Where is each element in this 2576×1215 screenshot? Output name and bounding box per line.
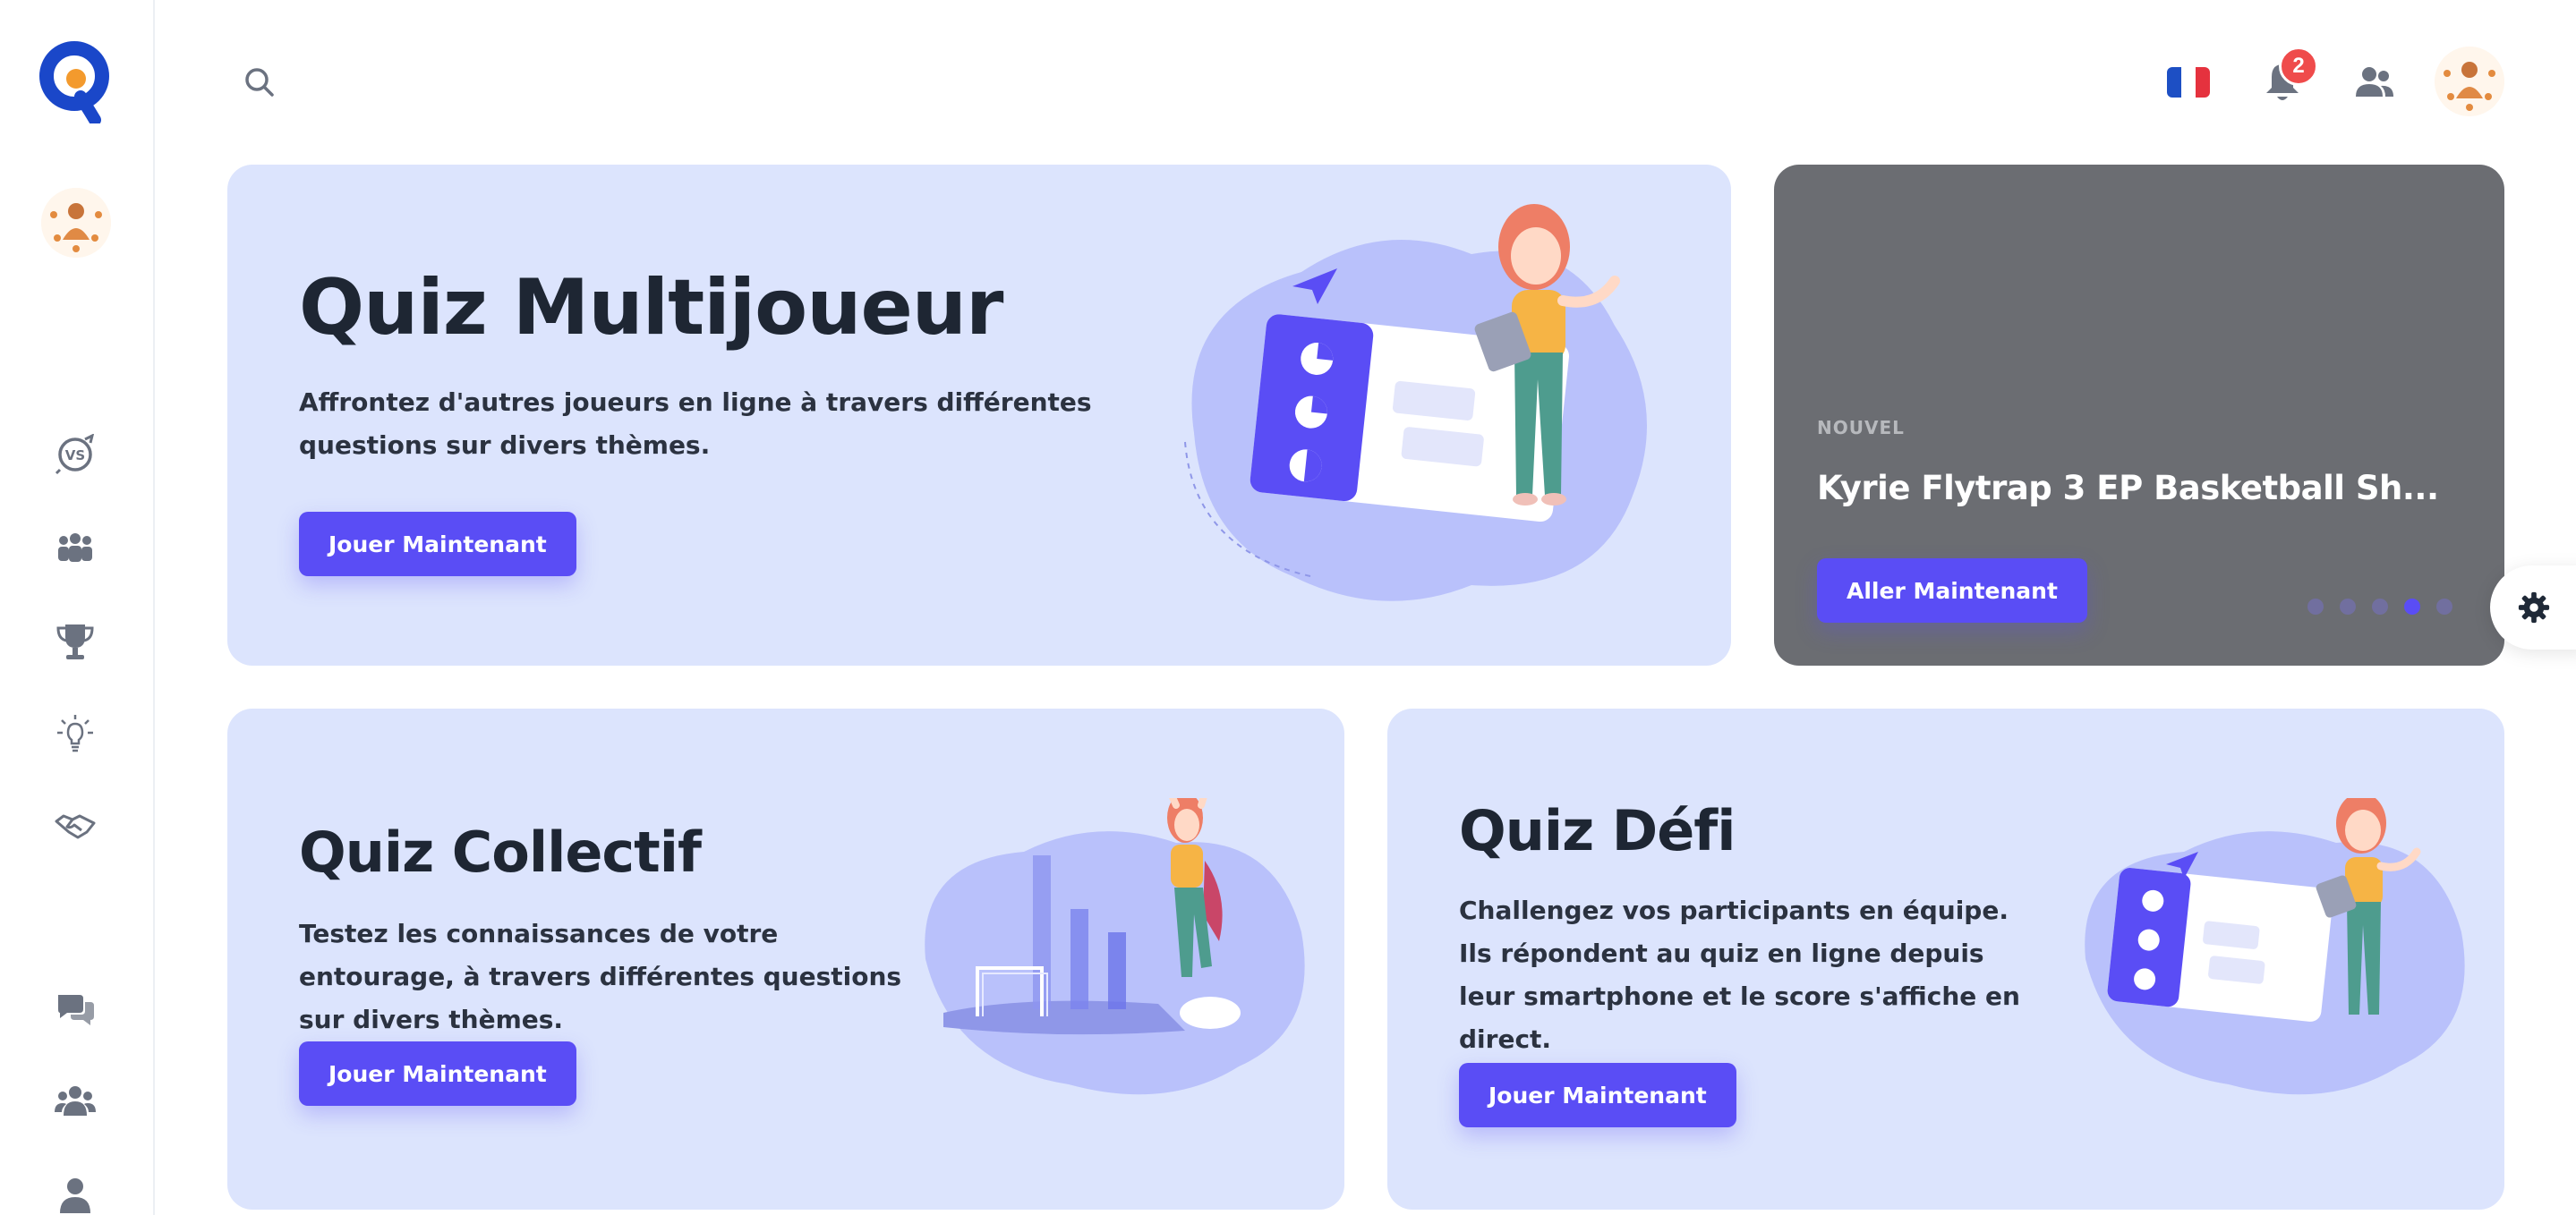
community-icon[interactable] [53,1078,98,1123]
card-title: Quiz Défi [1459,798,1736,863]
quiz-logo[interactable] [38,41,114,126]
carousel-dot[interactable] [2436,599,2452,615]
quiz-girl-illustration [1149,200,1686,648]
carousel-dot[interactable] [2372,599,2388,615]
notification-badge: 2 [2279,47,2318,86]
teams-icon[interactable] [53,526,98,571]
carousel-dot[interactable] [2340,599,2356,615]
card-description: Testez les connaissances de votre entour… [299,919,902,1034]
multiplayer-card: Quiz Multijoueur Affrontez d'autres joue… [227,165,1731,666]
carousel-dots [2307,599,2452,615]
winner-girl-illustration [917,784,1310,1102]
language-flag-fr[interactable] [2167,67,2210,98]
app-root: VS 2 Quiz Multijoueur Affrontez d'autres… [0,0,2576,1215]
settings-button[interactable] [2490,565,2576,650]
chat-icon[interactable] [53,986,98,1031]
card-description: Affrontez d'autres joueurs en ligne à tr… [299,387,1092,460]
brain-icon[interactable] [53,711,98,756]
card-description: Challengez vos participants en équipe. I… [1459,896,2020,1054]
card-title: Quiz Multijoueur [299,263,1003,353]
profile-avatar[interactable] [2435,47,2504,116]
sidebar: VS [0,0,155,1215]
svg-text:VS: VS [65,447,85,463]
user-avatar[interactable] [41,188,111,258]
play-now-button[interactable]: Jouer Maintenant [299,1041,576,1106]
promo-tag: NOUVEL [1817,417,1905,438]
card-title: Quiz Collectif [299,820,702,885]
trophy-icon[interactable] [53,619,98,664]
search-icon[interactable] [242,64,277,100]
profile-icon[interactable] [53,1172,98,1215]
versus-icon[interactable]: VS [53,432,98,477]
go-now-button[interactable]: Aller Maintenant [1817,558,2087,623]
collectif-card: Quiz Collectif Testez les connaissances … [227,709,1344,1210]
quiz-girl-illustration-small [2077,793,2470,1102]
handshake-icon[interactable] [53,803,98,848]
play-now-button[interactable]: Jouer Maintenant [1459,1063,1736,1127]
play-now-button[interactable]: Jouer Maintenant [299,512,576,576]
gear-icon [2518,591,2550,624]
carousel-dot-active[interactable] [2404,599,2420,615]
friends-icon[interactable] [2356,64,2393,100]
promo-card: NOUVEL Kyrie Flytrap 3 EP Basketball Sh.… [1774,165,2504,666]
defi-card: Quiz Défi Challengez vos participants en… [1387,709,2504,1210]
carousel-dot[interactable] [2307,599,2324,615]
promo-title: Kyrie Flytrap 3 EP Basketball Sh... [1817,469,2439,507]
